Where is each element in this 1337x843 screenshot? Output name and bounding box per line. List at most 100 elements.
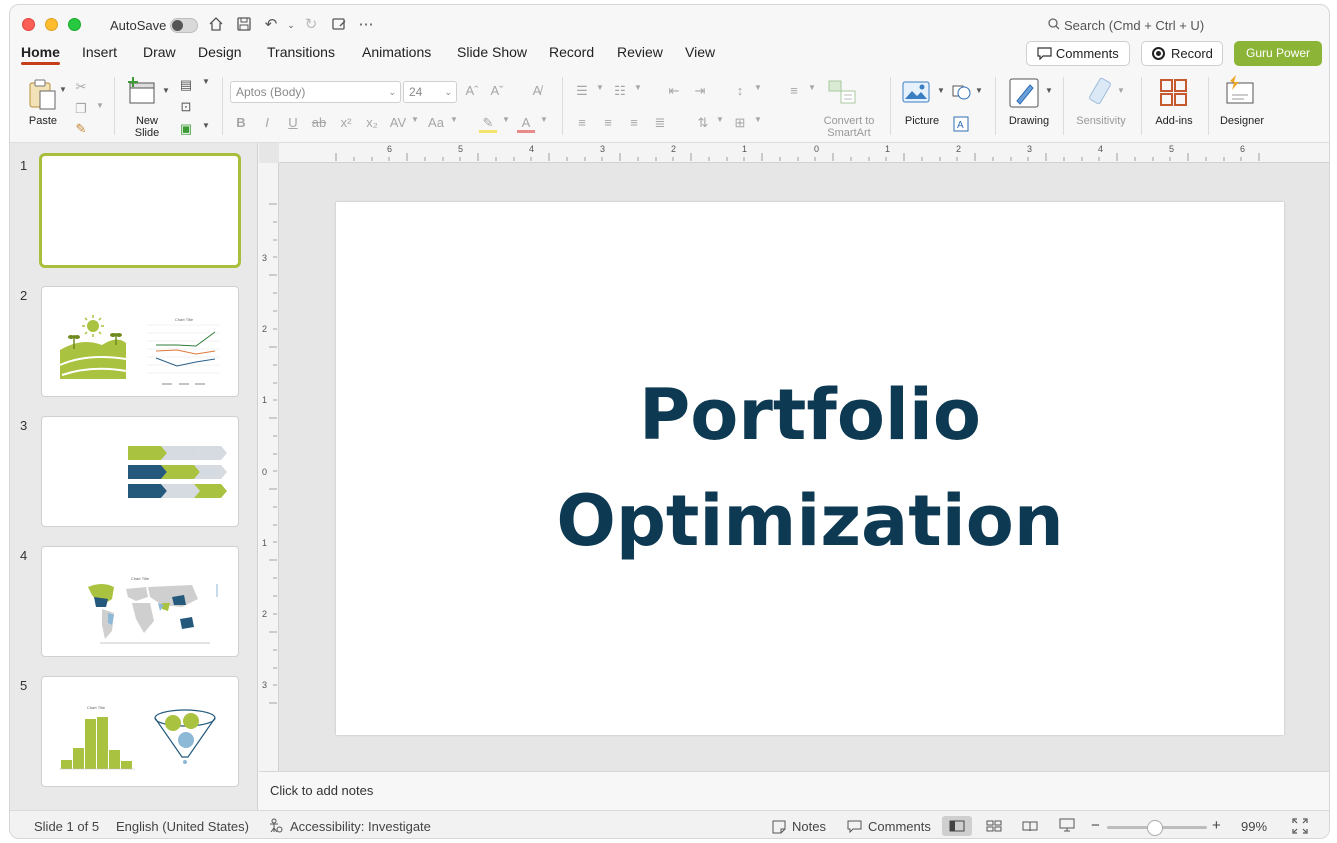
font-color-icon[interactable]: A <box>517 115 535 133</box>
tab-record[interactable]: Record <box>549 44 594 60</box>
smartart-icon[interactable] <box>827 79 857 110</box>
font-color-dropdown-icon[interactable]: ▼ <box>535 115 553 124</box>
undo-dropdown-icon[interactable]: ⌄ <box>282 16 300 34</box>
font-size-select[interactable]: 24 ⌄ <box>403 81 457 103</box>
sensitivity-icon[interactable] <box>1086 77 1114 112</box>
shapes-dropdown-icon[interactable]: ▼ <box>970 86 988 95</box>
slide-thumbnail-4[interactable]: Chart Title <box>41 546 239 657</box>
minimize-window-button[interactable] <box>45 18 58 31</box>
italic-icon[interactable]: I <box>258 115 276 130</box>
bullets-dropdown-icon[interactable]: ▼ <box>591 83 609 92</box>
line-spacing-dropdown-icon[interactable]: ▼ <box>749 83 767 92</box>
paste-icon[interactable] <box>26 77 60 116</box>
slide-thumbnail-5[interactable]: Chart Title <box>41 676 239 787</box>
line-spacing-icon[interactable]: ↕ <box>731 83 749 98</box>
align-text-dropdown-icon[interactable]: ▼ <box>749 115 767 124</box>
normal-view-button[interactable] <box>942 816 972 836</box>
picture-icon[interactable] <box>902 81 930 108</box>
new-slide-dropdown-icon[interactable]: ▼ <box>157 86 175 95</box>
copy-icon[interactable]: ❐ <box>72 101 90 117</box>
notes-pane[interactable]: Click to add notes <box>259 771 1329 810</box>
more-options-icon[interactable]: ⋯ <box>357 16 375 34</box>
decrease-indent-icon[interactable]: ⇤ <box>665 83 683 99</box>
align-right-icon[interactable]: ≡ <box>625 115 643 130</box>
add-ins-icon[interactable] <box>1159 78 1189 113</box>
tab-animations[interactable]: Animations <box>362 44 431 60</box>
slide-thumbnail-3[interactable] <box>41 416 239 527</box>
text-box-icon[interactable]: A <box>953 116 969 137</box>
comments-button[interactable]: Comments <box>1026 41 1130 66</box>
zoom-in-button[interactable]: + <box>1212 817 1221 834</box>
tab-design[interactable]: Design <box>198 44 242 60</box>
bullets-icon[interactable]: ☰ <box>573 83 591 99</box>
format-painter-icon[interactable]: ✎ <box>72 121 90 137</box>
paste-dropdown-icon[interactable]: ▼ <box>54 85 72 94</box>
layout-dropdown-icon[interactable]: ▼ <box>197 77 215 86</box>
drawing-dropdown-icon[interactable]: ▼ <box>1040 86 1058 95</box>
reset-slide-icon[interactable]: ⊡ <box>177 99 195 115</box>
bold-icon[interactable]: B <box>232 115 250 130</box>
record-button[interactable]: Record <box>1141 41 1223 66</box>
change-case-icon[interactable]: Aa <box>427 115 445 130</box>
superscript-icon[interactable]: x² <box>337 115 355 130</box>
customize-icon[interactable] <box>330 16 348 34</box>
strikethrough-icon[interactable]: ab <box>310 115 328 130</box>
comments-status-icon[interactable] <box>847 820 862 836</box>
save-icon[interactable] <box>235 16 253 34</box>
fit-to-window-icon[interactable] <box>1292 818 1308 837</box>
search-box[interactable]: Search (Cmd + Ctrl + U) <box>1048 18 1204 33</box>
justify-icon[interactable]: ≣ <box>651 115 669 131</box>
redo-icon[interactable]: ↻ <box>302 16 320 34</box>
numbering-icon[interactable]: ☷ <box>611 83 629 99</box>
accessibility-status[interactable]: Accessibility: Investigate <box>290 819 431 834</box>
guru-power-button[interactable]: Guru Power <box>1234 41 1322 66</box>
drawing-icon[interactable] <box>1008 77 1040 114</box>
align-text-icon[interactable]: ⊞ <box>731 115 749 131</box>
tab-transitions[interactable]: Transitions <box>267 44 335 60</box>
language-indicator[interactable]: English (United States) <box>116 819 249 834</box>
highlight-icon[interactable]: ✎ <box>479 115 497 133</box>
decrease-font-icon[interactable]: Aˇ <box>488 83 506 98</box>
subscript-icon[interactable]: x₂ <box>363 115 381 130</box>
zoom-out-button[interactable]: − <box>1091 817 1100 834</box>
section-dropdown-icon[interactable]: ▼ <box>197 121 215 130</box>
tab-slide-show[interactable]: Slide Show <box>457 44 527 60</box>
undo-icon[interactable]: ↶ <box>262 16 280 34</box>
slide-thumbnail-1[interactable] <box>39 153 241 268</box>
slide-thumbnail-2[interactable]: Chart Title <box>41 286 239 397</box>
home-icon[interactable] <box>207 16 225 34</box>
reading-view-button[interactable] <box>1015 816 1045 836</box>
align-center-icon[interactable]: ≡ <box>599 115 617 130</box>
columns-dropdown-icon[interactable]: ▼ <box>803 83 821 92</box>
shapes-icon[interactable] <box>952 83 972 106</box>
notes-toggle[interactable]: Notes <box>792 819 826 834</box>
close-window-button[interactable] <box>22 18 35 31</box>
sensitivity-dropdown-icon[interactable]: ▼ <box>1112 86 1130 95</box>
maximize-window-button[interactable] <box>68 18 81 31</box>
font-name-select[interactable]: Aptos (Body) ⌄ <box>230 81 401 103</box>
tab-review[interactable]: Review <box>617 44 663 60</box>
increase-indent-icon[interactable]: ⇥ <box>691 83 709 99</box>
tab-draw[interactable]: Draw <box>143 44 176 60</box>
picture-dropdown-icon[interactable]: ▼ <box>932 86 950 95</box>
slideshow-view-button[interactable] <box>1052 816 1082 836</box>
columns-icon[interactable]: ≡ <box>785 83 803 98</box>
numbering-dropdown-icon[interactable]: ▼ <box>629 83 647 92</box>
text-direction-dropdown-icon[interactable]: ▼ <box>711 115 729 124</box>
accessibility-icon[interactable] <box>268 818 283 836</box>
text-direction-icon[interactable]: ⇅ <box>694 115 712 131</box>
align-left-icon[interactable]: ≡ <box>573 115 591 130</box>
tab-view[interactable]: View <box>685 44 715 60</box>
clear-formatting-icon[interactable]: A̸ <box>528 83 546 98</box>
cut-icon[interactable]: ✂ <box>72 79 90 95</box>
spacing-dropdown-icon[interactable]: ▼ <box>406 115 424 124</box>
current-slide[interactable]: Portfolio Optimization <box>336 202 1284 735</box>
zoom-slider-handle[interactable] <box>1147 820 1163 836</box>
tab-home[interactable]: Home <box>21 44 60 65</box>
slide-title[interactable]: Portfolio Optimization <box>336 362 1284 574</box>
notes-icon[interactable] <box>772 820 787 837</box>
zoom-level[interactable]: 99% <box>1241 819 1267 834</box>
highlight-dropdown-icon[interactable]: ▼ <box>497 115 515 124</box>
layout-icon[interactable]: ▤ <box>177 77 195 93</box>
tab-insert[interactable]: Insert <box>82 44 117 60</box>
